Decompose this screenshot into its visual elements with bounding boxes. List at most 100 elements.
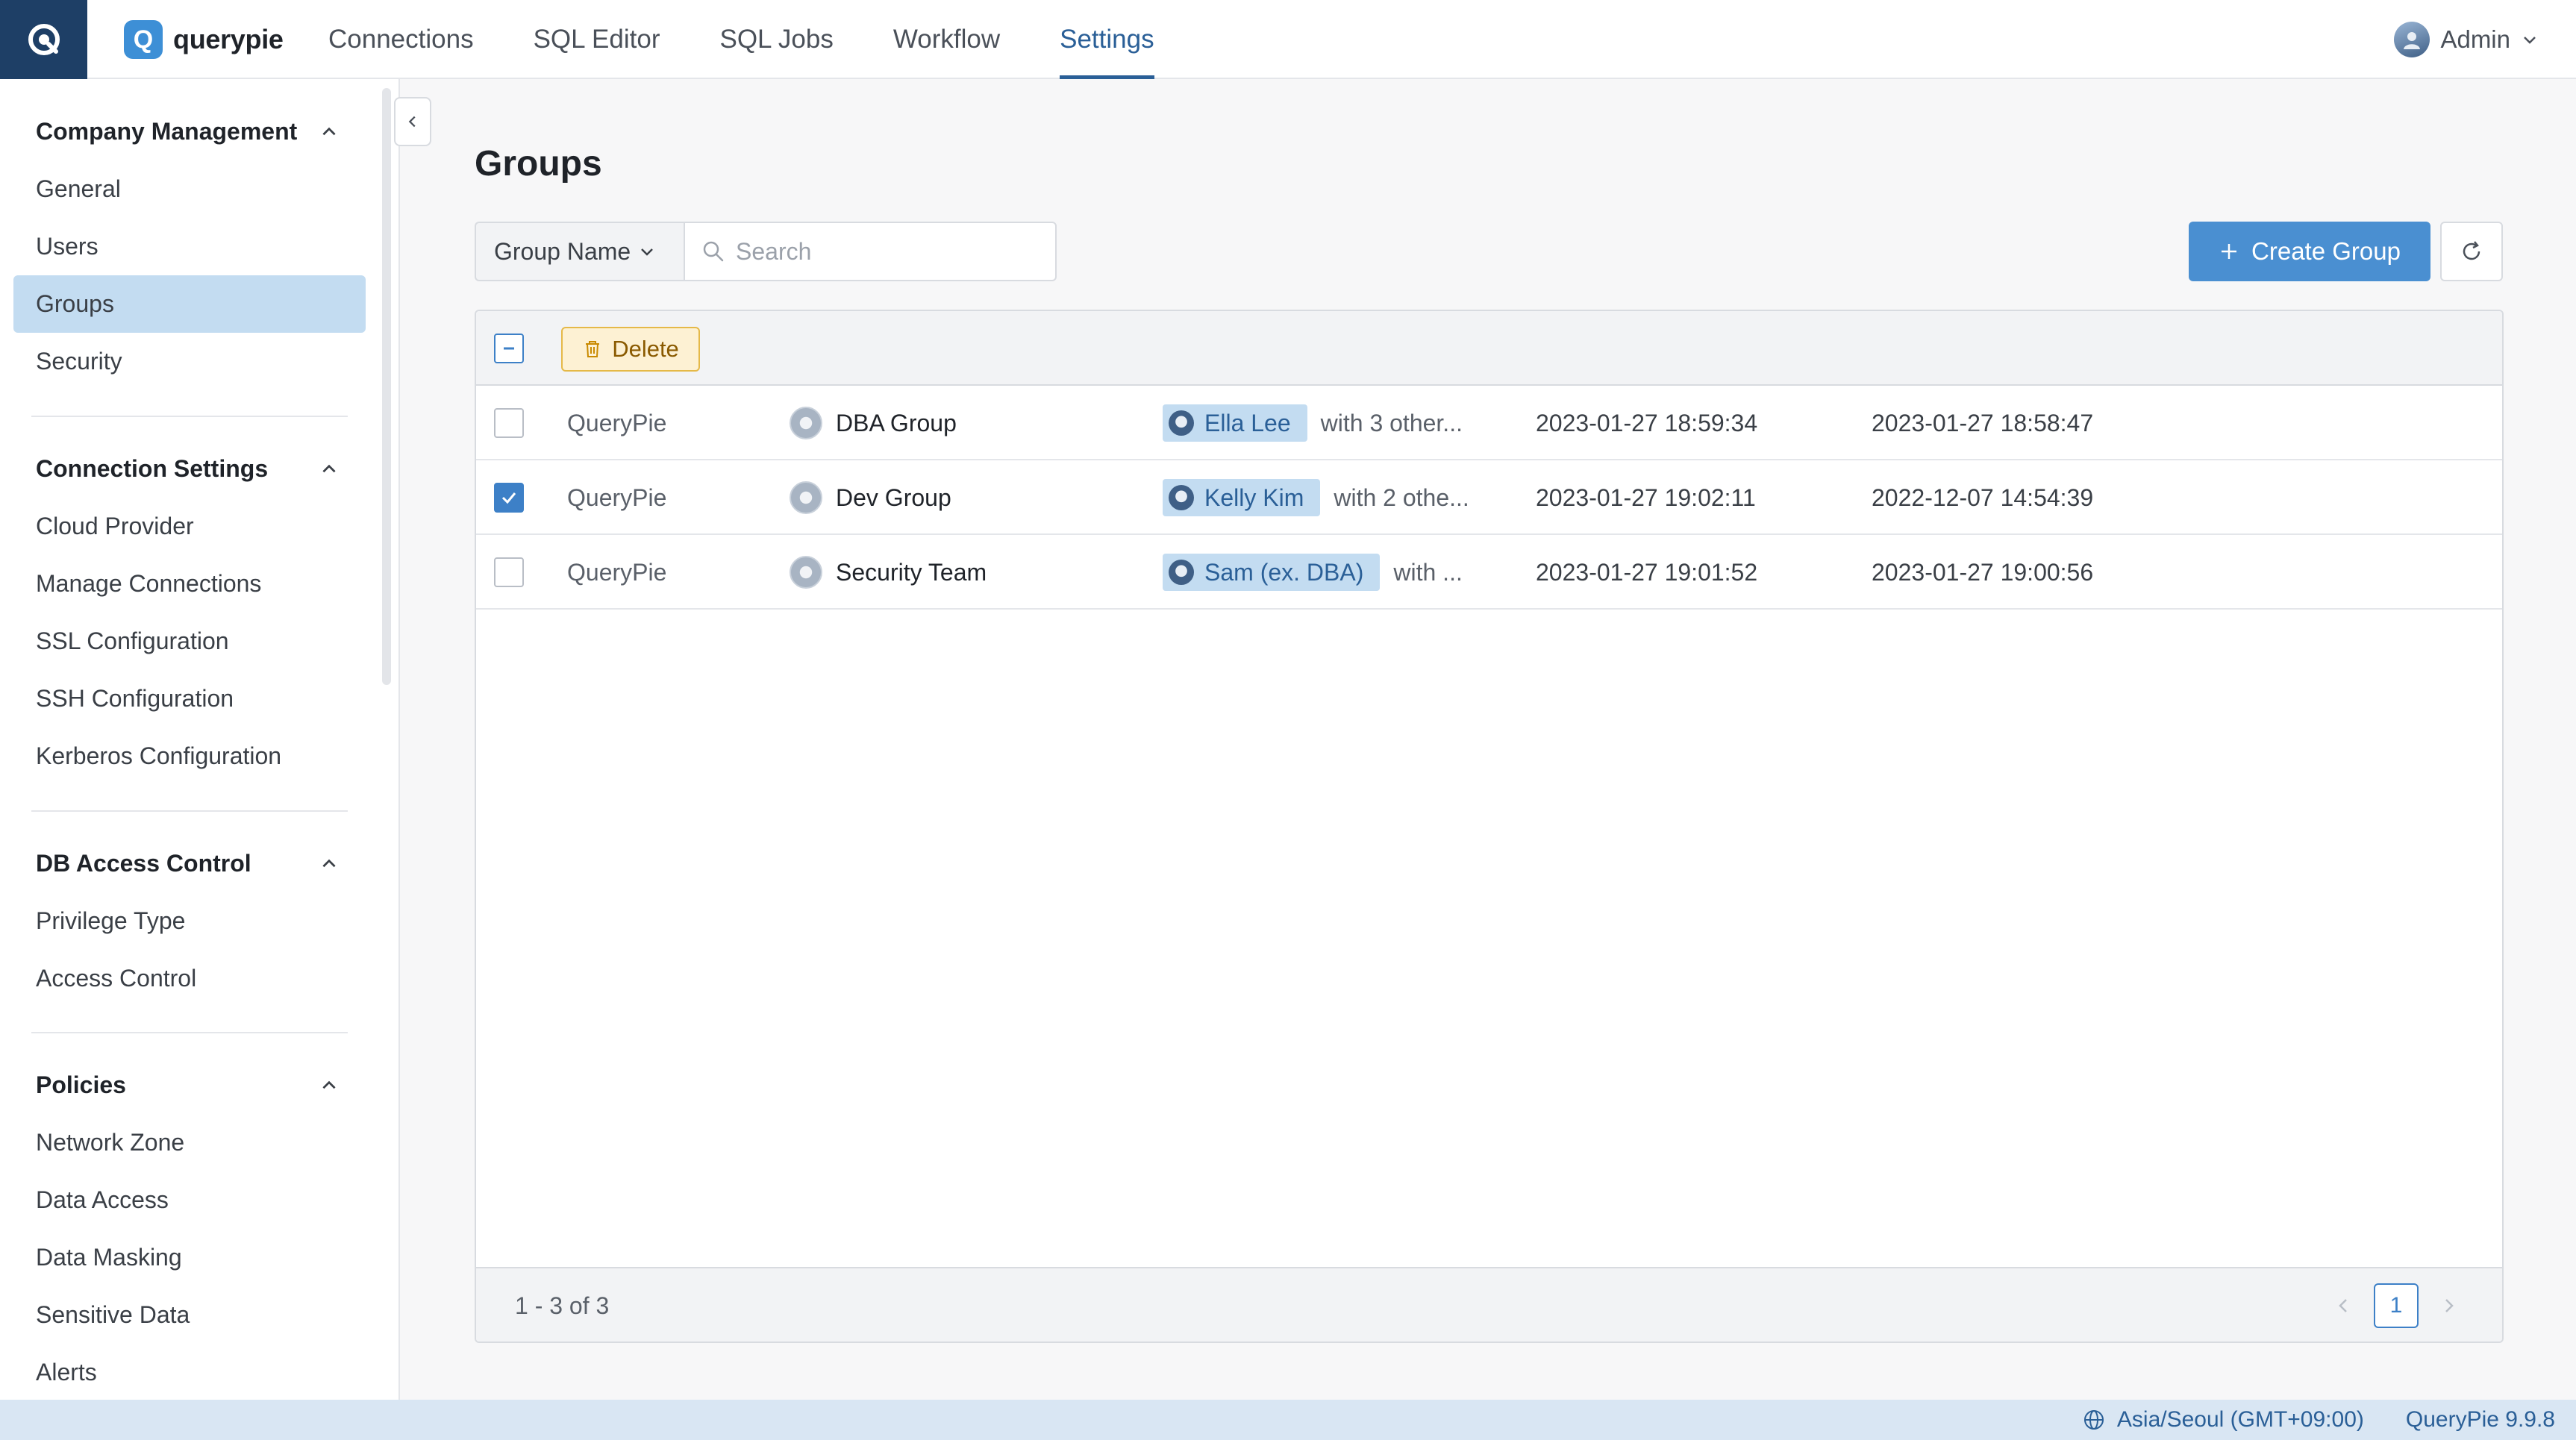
search-input[interactable]: [736, 237, 1049, 266]
sidebar-item-security[interactable]: Security: [0, 333, 366, 390]
create-group-button[interactable]: Create Group: [2189, 222, 2430, 281]
search-icon: [701, 240, 725, 263]
sidebar-item-cloud-provider[interactable]: Cloud Provider: [0, 498, 366, 555]
select-all-checkbox[interactable]: [494, 334, 524, 363]
sidebar-section-connection: Connection Settings Cloud Provider Manag…: [0, 440, 366, 785]
delete-button[interactable]: Delete: [561, 327, 700, 372]
sidebar-item-groups[interactable]: Groups: [13, 275, 366, 333]
sidebar-header-label: DB Access Control: [36, 850, 251, 877]
sidebar-item-sensitive-data[interactable]: Sensitive Data: [0, 1286, 366, 1344]
sidebar-item-access-control[interactable]: Access Control: [0, 950, 366, 1007]
sidebar-item-general[interactable]: General: [0, 160, 366, 218]
sidebar-item-privilege-type[interactable]: Privilege Type: [0, 892, 366, 950]
group-icon: [790, 481, 822, 514]
timezone-indicator[interactable]: Asia/Seoul (GMT+09:00): [2083, 1407, 2364, 1433]
chevron-up-icon: [319, 460, 339, 479]
sidebar-item-alerts[interactable]: Alerts: [0, 1344, 366, 1400]
main-nav: Connections SQL Editor SQL Jobs Workflow…: [328, 0, 1214, 79]
sidebar-item-network-zone[interactable]: Network Zone: [0, 1114, 366, 1171]
user-name: Admin: [2440, 25, 2510, 53]
user-avatar: [2394, 22, 2430, 57]
sidebar-header-label: Connection Settings: [36, 455, 269, 482]
sidebar-item-data-access[interactable]: Data Access: [0, 1171, 366, 1229]
nav-connections[interactable]: Connections: [328, 0, 474, 79]
nav-sql-editor[interactable]: SQL Editor: [534, 0, 660, 79]
member-chip[interactable]: Kelly Kim: [1163, 479, 1321, 516]
user-menu[interactable]: Admin: [2394, 21, 2539, 58]
querypie-logo-icon: [26, 22, 62, 57]
sidebar-scrollbar[interactable]: [382, 88, 391, 685]
chevron-up-icon: [319, 122, 339, 142]
group-name: Dev Group: [836, 483, 951, 511]
sidebar-header-company-management[interactable]: Company Management: [0, 103, 366, 160]
sidebar-section-policies: Policies Network Zone Data Access Data M…: [0, 1056, 366, 1400]
sidebar-header-label: Policies: [36, 1071, 126, 1098]
member-name: Sam (ex. DBA): [1204, 558, 1364, 586]
nav-workflow[interactable]: Workflow: [893, 0, 1000, 79]
sidebar-header-policies[interactable]: Policies: [0, 1056, 366, 1114]
brand-name: querypie: [173, 24, 284, 54]
group-icon: [790, 407, 822, 439]
row-checkbox[interactable]: [494, 557, 524, 587]
page-1-button[interactable]: 1: [2374, 1283, 2419, 1328]
member-others: with 3 other...: [1320, 409, 1463, 436]
row-checkbox[interactable]: [494, 483, 524, 513]
sidebar-section-db-access: DB Access Control Privilege Type Access …: [0, 835, 366, 1007]
sidebar-item-kerberos-configuration[interactable]: Kerberos Configuration: [0, 727, 366, 785]
sidebar-item-ssh-configuration[interactable]: SSH Configuration: [0, 670, 366, 727]
created-at-cell: 2023-01-27 18:58:47: [1872, 409, 2094, 436]
delete-label: Delete: [612, 336, 679, 362]
top-bar: Q querypie Connections SQL Editor SQL Jo…: [0, 0, 2576, 79]
sidebar-item-manage-connections[interactable]: Manage Connections: [0, 555, 366, 613]
group-icon: [790, 556, 822, 589]
search-field-select[interactable]: Group Name: [475, 222, 685, 281]
sidebar-divider: [31, 810, 348, 812]
member-others: with 2 othe...: [1334, 483, 1469, 511]
member-avatar-icon: [1169, 410, 1194, 436]
create-group-label: Create Group: [2251, 237, 2401, 265]
created-at-cell: 2023-01-27 19:00:56: [1872, 558, 2094, 586]
sidebar-item-users[interactable]: Users: [0, 218, 366, 275]
table-row[interactable]: QueryPie DBA Group Ella Lee with 3 other…: [476, 386, 2502, 460]
sidebar-item-ssl-configuration[interactable]: SSL Configuration: [0, 613, 366, 670]
table-row[interactable]: QueryPie Security Team Sam (ex. DBA) wit…: [476, 535, 2502, 610]
page-title: Groups: [475, 144, 602, 184]
member-name: Ella Lee: [1204, 409, 1291, 436]
table-footer: 1 - 3 of 3 1: [476, 1267, 2502, 1342]
updated-at-cell: 2023-01-27 18:59:34: [1536, 409, 1758, 436]
app-logo-button[interactable]: [0, 0, 87, 79]
brand[interactable]: Q querypie: [124, 20, 284, 59]
table-row[interactable]: QueryPie Dev Group Kelly Kim with 2 othe…: [476, 460, 2502, 535]
next-page-icon[interactable]: [2441, 1295, 2457, 1317]
chevron-up-icon: [319, 1076, 339, 1095]
sidebar-collapse-button[interactable]: [394, 97, 431, 146]
company-cell: QueryPie: [567, 558, 667, 586]
groups-table: Delete QueryPie DBA Group Ella Lee with …: [475, 310, 2504, 1343]
sidebar-item-data-masking[interactable]: Data Masking: [0, 1229, 366, 1286]
row-checkbox[interactable]: [494, 408, 524, 438]
member-name: Kelly Kim: [1204, 483, 1304, 511]
nav-sql-jobs[interactable]: SQL Jobs: [719, 0, 833, 79]
refresh-button[interactable]: [2440, 222, 2503, 281]
chevron-down-icon: [2521, 31, 2539, 48]
member-chip[interactable]: Sam (ex. DBA): [1163, 554, 1381, 591]
created-at-cell: 2022-12-07 14:54:39: [1872, 483, 2094, 511]
group-name-cell: Dev Group: [790, 460, 951, 535]
group-name-cell: DBA Group: [790, 386, 957, 460]
sidebar-header-db-access-control[interactable]: DB Access Control: [0, 835, 366, 892]
status-bar: Asia/Seoul (GMT+09:00) QueryPie 9.9.8: [0, 1400, 2576, 1440]
company-cell: QueryPie: [567, 483, 667, 511]
sidebar-divider: [31, 416, 348, 417]
updated-at-cell: 2023-01-27 19:02:11: [1536, 483, 1756, 511]
members-cell: Ella Lee with 3 other...: [1163, 386, 1463, 460]
chevron-left-icon: [404, 113, 421, 130]
trash-icon: [582, 339, 603, 360]
prev-page-icon[interactable]: [2335, 1295, 2351, 1317]
member-chip[interactable]: Ella Lee: [1163, 404, 1307, 442]
nav-settings[interactable]: Settings: [1060, 0, 1155, 79]
plus-icon: [2219, 241, 2239, 262]
brand-badge-icon: Q: [124, 20, 163, 59]
group-name: DBA Group: [836, 409, 957, 436]
members-cell: Sam (ex. DBA) with ...: [1163, 535, 1463, 610]
sidebar-header-connection-settings[interactable]: Connection Settings: [0, 440, 366, 498]
